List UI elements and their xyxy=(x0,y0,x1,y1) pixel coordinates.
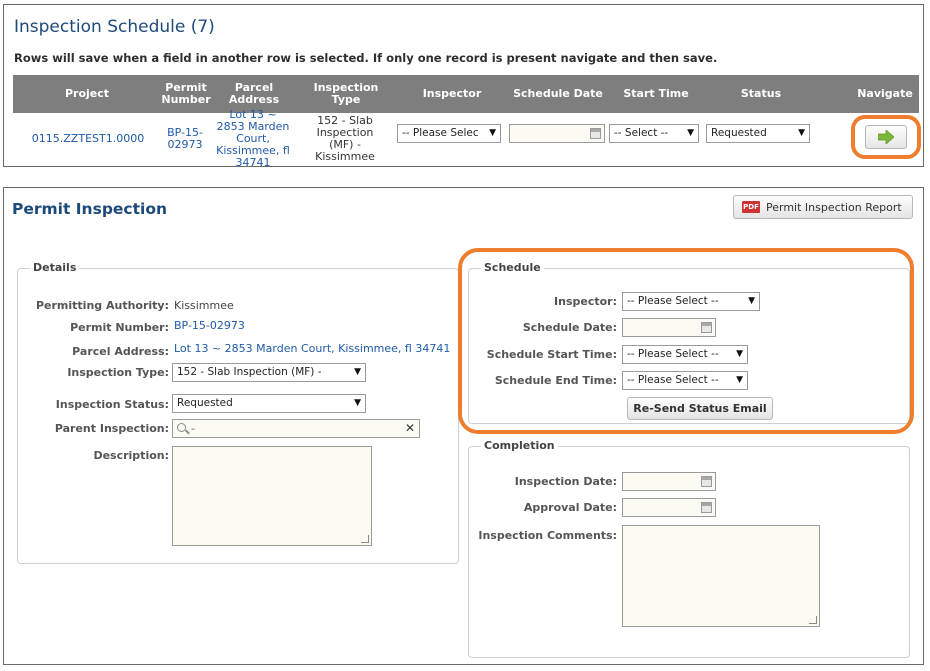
column-header-permit-number[interactable]: Permit Number xyxy=(161,75,211,113)
details-legend: Details xyxy=(30,261,80,274)
row-start-time-select[interactable]: -- Select -- ▼ xyxy=(609,124,699,143)
parcel-address-label: Parcel Address: xyxy=(72,345,169,358)
navigate-button[interactable] xyxy=(865,125,907,149)
dropdown-arrow-icon: ▼ xyxy=(798,128,805,138)
inspection-status-select[interactable]: Requested ▼ xyxy=(172,394,366,413)
inspection-status-select-value: Requested xyxy=(177,397,233,409)
inspection-status-label: Inspection Status: xyxy=(55,398,169,411)
column-header-inspection-type[interactable]: Inspection Type xyxy=(303,75,389,113)
inspection-type-select-value: 152 - Slab Inspection (MF) - xyxy=(177,366,322,378)
inspection-comments-label: Inspection Comments: xyxy=(478,529,617,542)
row-parcel-address-link[interactable]: Lot 13 ~ 2853 Marden Court, Kissimmee, f… xyxy=(211,109,295,169)
calendar-icon[interactable] xyxy=(701,502,712,513)
inspection-comments-textarea[interactable] xyxy=(622,525,820,627)
dropdown-arrow-icon: ▼ xyxy=(489,128,496,138)
row-project-link[interactable]: 0115.ZZTEST1.0000 xyxy=(15,113,161,165)
column-header-project[interactable]: Project xyxy=(13,75,161,113)
approval-date-label: Approval Date: xyxy=(523,501,617,514)
column-header-schedule-date[interactable]: Schedule Date xyxy=(510,75,606,113)
column-header-start-time[interactable]: Start Time xyxy=(610,75,702,113)
column-header-status[interactable]: Status xyxy=(708,75,814,113)
arrow-right-icon xyxy=(878,130,894,144)
report-button-label: Permit Inspection Report xyxy=(766,200,902,214)
parcel-address-link[interactable]: Lot 13 ~ 2853 Marden Court, Kissimmee, f… xyxy=(174,342,450,355)
parent-inspection-search-value: - xyxy=(191,422,195,435)
parent-inspection-search[interactable]: - ✕ xyxy=(172,419,420,438)
resize-grip-icon[interactable] xyxy=(809,616,817,624)
permit-inspection-report-button[interactable]: PDF Permit Inspection Report xyxy=(733,195,913,219)
row-inspector-select[interactable]: -- Please Selec ▼ xyxy=(397,124,501,143)
completion-legend: Completion xyxy=(481,439,558,452)
search-icon xyxy=(177,423,186,432)
save-note: Rows will save when a field in another r… xyxy=(14,51,718,65)
row-inspector-select-value: -- Please Selec xyxy=(402,127,479,139)
inspection-type-select[interactable]: 152 - Slab Inspection (MF) - ▼ xyxy=(172,363,366,382)
permitting-authority-label: Permitting Authority: xyxy=(35,299,169,312)
schedule-highlight-ring xyxy=(458,248,914,434)
inspection-date-label: Inspection Date: xyxy=(514,475,617,488)
pdf-icon: PDF xyxy=(742,201,760,213)
row-schedule-date-input[interactable] xyxy=(509,124,605,143)
row-status-select-value: Requested xyxy=(711,127,767,139)
grid-header: Project Permit Number Parcel Address Ins… xyxy=(13,75,919,113)
description-label: Description: xyxy=(93,449,169,462)
calendar-icon[interactable] xyxy=(701,476,712,487)
row-status-select[interactable]: Requested ▼ xyxy=(706,124,810,143)
resize-grip-icon[interactable] xyxy=(361,535,369,543)
row-inspection-type: 152 - Slab Inspection (MF) - Kissimmee xyxy=(315,114,375,163)
permitting-authority-value: Kissimmee xyxy=(174,299,234,312)
calendar-icon[interactable] xyxy=(590,128,601,139)
description-textarea[interactable] xyxy=(172,446,372,546)
permit-number-label: Permit Number: xyxy=(70,321,169,334)
permit-inspection-title: Permit Inspection xyxy=(12,200,168,218)
row-permit-number-link[interactable]: BP-15-02973 xyxy=(161,113,209,165)
clear-icon[interactable]: ✕ xyxy=(405,420,415,437)
inspection-date-input[interactable] xyxy=(622,472,716,491)
approval-date-input[interactable] xyxy=(622,498,716,517)
inspection-type-label: Inspection Type: xyxy=(67,366,169,379)
row-start-time-select-value: -- Select -- xyxy=(614,127,669,139)
dropdown-arrow-icon: ▼ xyxy=(354,398,361,408)
parent-inspection-label: Parent Inspection: xyxy=(54,422,169,435)
column-header-inspector[interactable]: Inspector xyxy=(398,75,506,113)
column-header-navigate: Navigate xyxy=(857,87,913,100)
schedule-title: Inspection Schedule (7) xyxy=(14,17,215,37)
dropdown-arrow-icon: ▼ xyxy=(354,367,361,377)
permit-number-link[interactable]: BP-15-02973 xyxy=(174,319,245,332)
dropdown-arrow-icon: ▼ xyxy=(687,128,694,138)
inspection-schedule-panel: Inspection Schedule (7) Rows will save w… xyxy=(3,4,924,169)
